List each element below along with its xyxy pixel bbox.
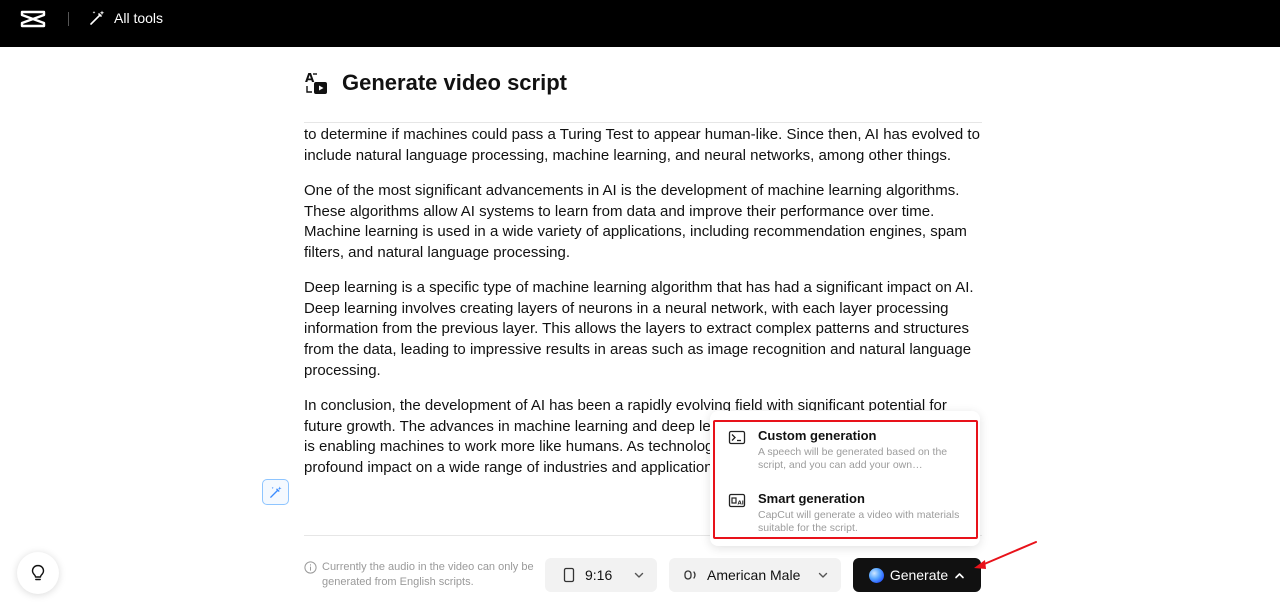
title-divider [304, 122, 982, 123]
info-icon [304, 561, 317, 574]
script-paragraph: Deep learning is a specific type of mach… [304, 279, 974, 379]
voice-value: American Male [707, 567, 801, 583]
magic-wand-icon [90, 10, 105, 25]
smart-generation-icon: AI [728, 493, 746, 508]
custom-generation-option[interactable]: Custom generation A speech will be gener… [728, 428, 968, 472]
generate-label: Generate [889, 567, 949, 583]
custom-generation-icon [728, 430, 746, 445]
page-header: A Generate video script [304, 70, 567, 96]
script-video-icon: A [305, 71, 327, 94]
aspect-ratio-value: 9:16 [585, 567, 613, 583]
svg-text:A: A [305, 71, 315, 85]
header-divider [68, 12, 69, 26]
svg-text:AI: AI [738, 501, 744, 507]
chevron-down-icon [634, 572, 644, 578]
option-description: A speech will be generated based on the … [758, 446, 948, 471]
ai-orb-icon [868, 567, 884, 583]
smart-generation-option[interactable]: AI Smart generation CapCut will generate… [728, 491, 968, 535]
page-title: Generate video script [342, 70, 567, 95]
magic-wand-icon [270, 485, 282, 498]
voice-icon [684, 570, 696, 580]
capcut-logo[interactable] [20, 9, 46, 29]
top-bar: All tools [0, 0, 1280, 47]
option-title: Custom generation [758, 428, 877, 443]
all-tools-label: All tools [114, 10, 164, 26]
lightbulb-icon [31, 564, 45, 581]
all-tools-button[interactable]: All tools [88, 9, 163, 27]
tips-button[interactable] [17, 552, 59, 594]
option-title: Smart generation [758, 491, 865, 506]
voice-select[interactable]: American Male [669, 558, 841, 592]
aspect-ratio-select[interactable]: 9:16 [545, 558, 657, 592]
audio-language-notice: Currently the audio in the video can onl… [304, 560, 534, 590]
info-text: Currently the audio in the video can onl… [322, 561, 534, 588]
annotation-arrow [974, 541, 1037, 569]
ai-edit-button[interactable] [262, 479, 289, 505]
phone-ratio-icon [563, 567, 575, 583]
option-description: CapCut will generate a video with materi… [758, 509, 960, 534]
script-paragraph: to determine if machines could pass a Tu… [304, 126, 980, 164]
script-paragraph: One of the most significant advancements… [304, 181, 967, 261]
chevron-down-icon [818, 572, 828, 578]
